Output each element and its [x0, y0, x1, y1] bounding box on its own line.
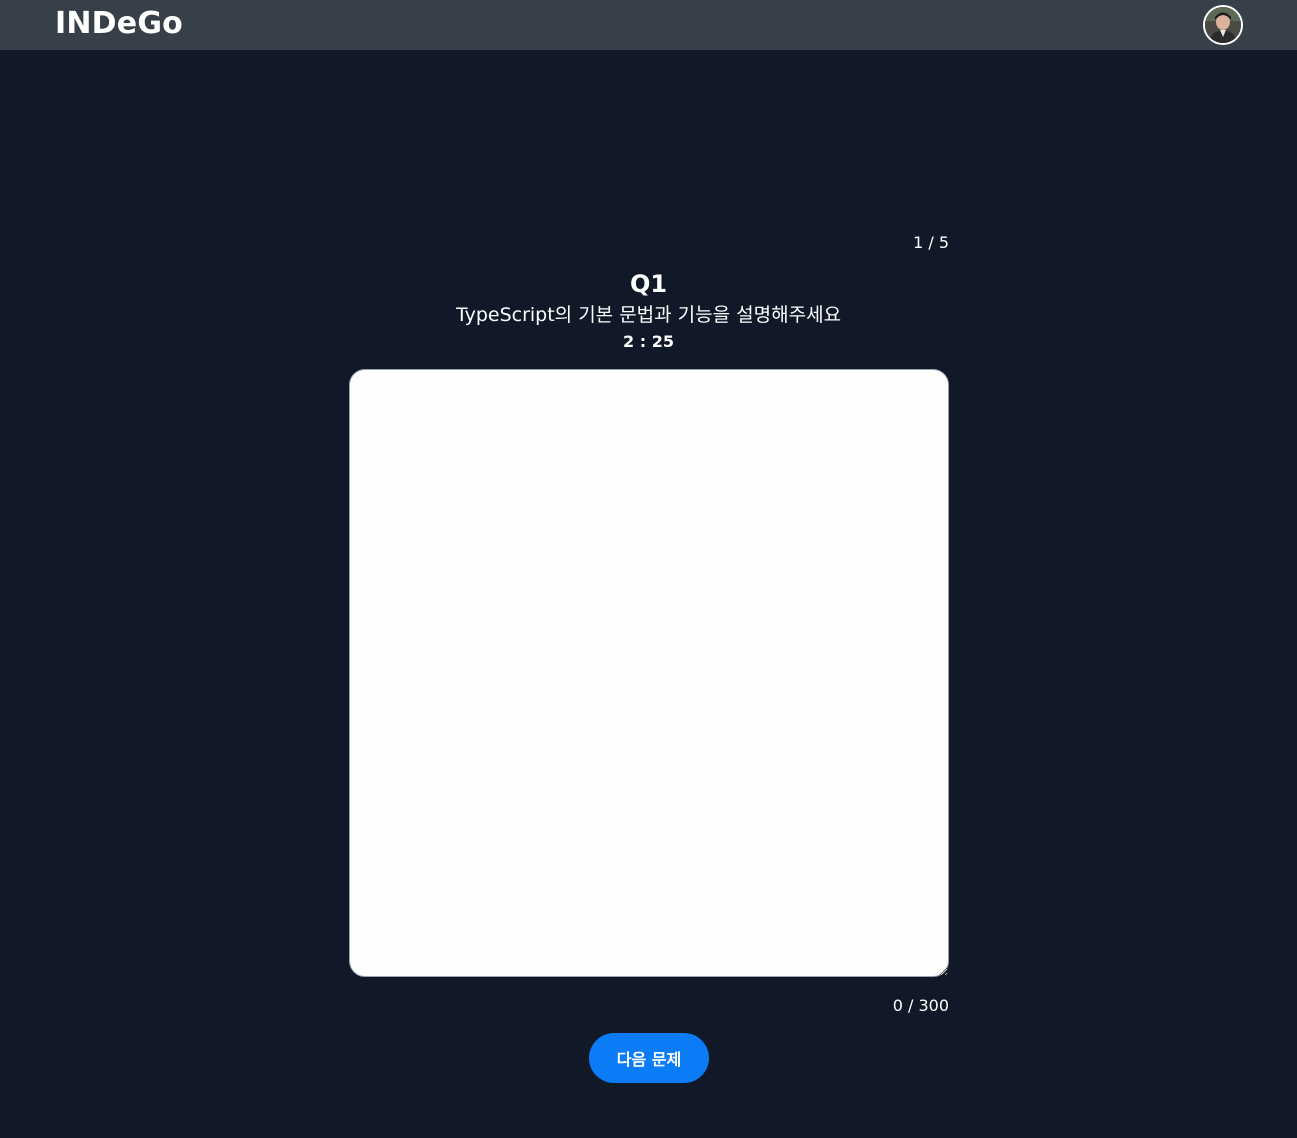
top-navbar: INDeGo: [0, 0, 1297, 50]
answer-textarea[interactable]: [349, 369, 949, 977]
avatar-photo-icon: [1205, 7, 1241, 43]
user-avatar-icon[interactable]: [1203, 5, 1243, 45]
question-text: TypeScript의 기본 문법과 기능을 설명해주세요: [455, 304, 842, 326]
countdown-timer: 2 : 25: [623, 332, 674, 351]
question-number: Q1: [629, 270, 668, 298]
question-progress: 1 / 5: [913, 233, 949, 252]
character-counter: 0 / 300: [892, 996, 949, 1015]
app-logo[interactable]: INDeGo: [55, 6, 183, 42]
next-question-button[interactable]: 다음 문제: [589, 1033, 709, 1083]
